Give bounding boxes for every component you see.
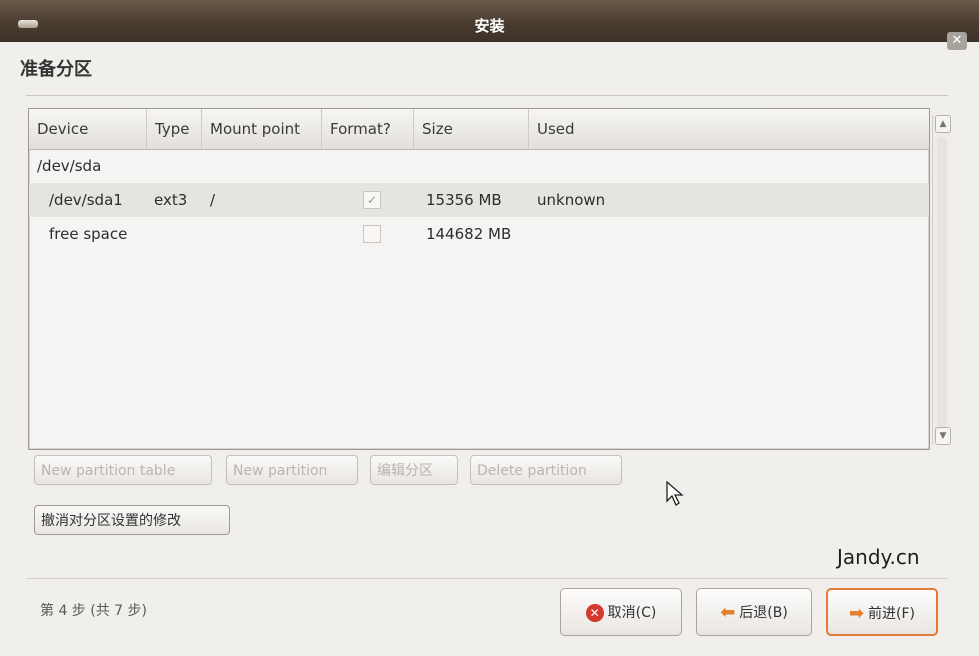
window-title: 安装 xyxy=(474,17,505,35)
column-header-used[interactable]: Used xyxy=(529,109,929,149)
forward-arrow-icon: ➡ xyxy=(848,603,865,624)
table-row[interactable]: /dev/sda xyxy=(29,149,929,183)
column-header-mount-point[interactable]: Mount point xyxy=(202,109,322,149)
table-header: Device Type Mount point Format? Size Use… xyxy=(29,109,929,150)
divider xyxy=(26,578,948,579)
edit-partition-button[interactable]: 编辑分区 xyxy=(370,455,458,485)
watermark: Jandy.cn xyxy=(837,545,920,569)
undo-partition-changes-button[interactable]: 撤消对分区设置的修改 xyxy=(34,505,230,535)
table-row[interactable]: /dev/sda1 ext3 / ✓ 15356 MB unknown xyxy=(29,183,929,217)
device-cell: /dev/sda xyxy=(37,157,102,175)
check-icon: ✓ xyxy=(366,193,378,207)
table-row[interactable]: free space 144682 MB xyxy=(29,217,929,251)
forward-button[interactable]: ➡ 前进(F) xyxy=(826,588,938,636)
vertical-scrollbar[interactable]: ▲ ▼ xyxy=(932,115,951,445)
back-button[interactable]: ⬅ 后退(B) xyxy=(696,588,812,636)
cancel-button[interactable]: ✕ 取消(C) xyxy=(560,588,682,636)
column-header-format[interactable]: Format? xyxy=(322,109,414,149)
close-icon[interactable]: ✕ xyxy=(947,32,967,50)
divider xyxy=(26,95,948,96)
column-header-type[interactable]: Type xyxy=(147,109,202,149)
title-bar: 安装 xyxy=(0,0,979,42)
mouse-cursor-icon xyxy=(666,481,684,506)
mount-cell: / xyxy=(210,191,216,209)
new-partition-table-button[interactable]: New partition table xyxy=(34,455,212,485)
device-cell: free space xyxy=(49,225,128,243)
used-cell: unknown xyxy=(537,191,606,209)
cancel-label: 取消(C) xyxy=(607,605,657,621)
device-cell: /dev/sda1 xyxy=(49,191,123,209)
cancel-icon: ✕ xyxy=(585,604,604,622)
format-checkbox-checked[interactable]: ✓ xyxy=(363,191,381,209)
step-indicator: 第 4 步 (共 7 步) xyxy=(40,603,147,619)
size-cell: 144682 MB xyxy=(426,225,512,243)
size-cell: 15356 MB xyxy=(426,191,502,209)
forward-label: 前进(F) xyxy=(868,606,916,622)
installer-window: 安装 ✕ 准备分区 Device Type Mount point Format… xyxy=(0,0,979,656)
column-header-size[interactable]: Size xyxy=(414,109,529,149)
scroll-thumb[interactable] xyxy=(937,137,947,427)
back-arrow-icon: ⬅ xyxy=(720,602,736,623)
new-partition-button[interactable]: New partition xyxy=(226,455,358,485)
column-header-device[interactable]: Device xyxy=(29,109,147,149)
delete-partition-button[interactable]: Delete partition xyxy=(470,455,622,485)
type-cell: ext3 xyxy=(154,191,188,209)
scroll-up-icon[interactable]: ▲ xyxy=(935,115,951,133)
partition-table[interactable]: Device Type Mount point Format? Size Use… xyxy=(28,108,930,450)
back-label: 后退(B) xyxy=(739,605,788,621)
page-title: 准备分区 xyxy=(20,59,92,80)
scroll-down-icon[interactable]: ▼ xyxy=(935,427,951,445)
format-checkbox-unchecked[interactable] xyxy=(363,225,381,243)
